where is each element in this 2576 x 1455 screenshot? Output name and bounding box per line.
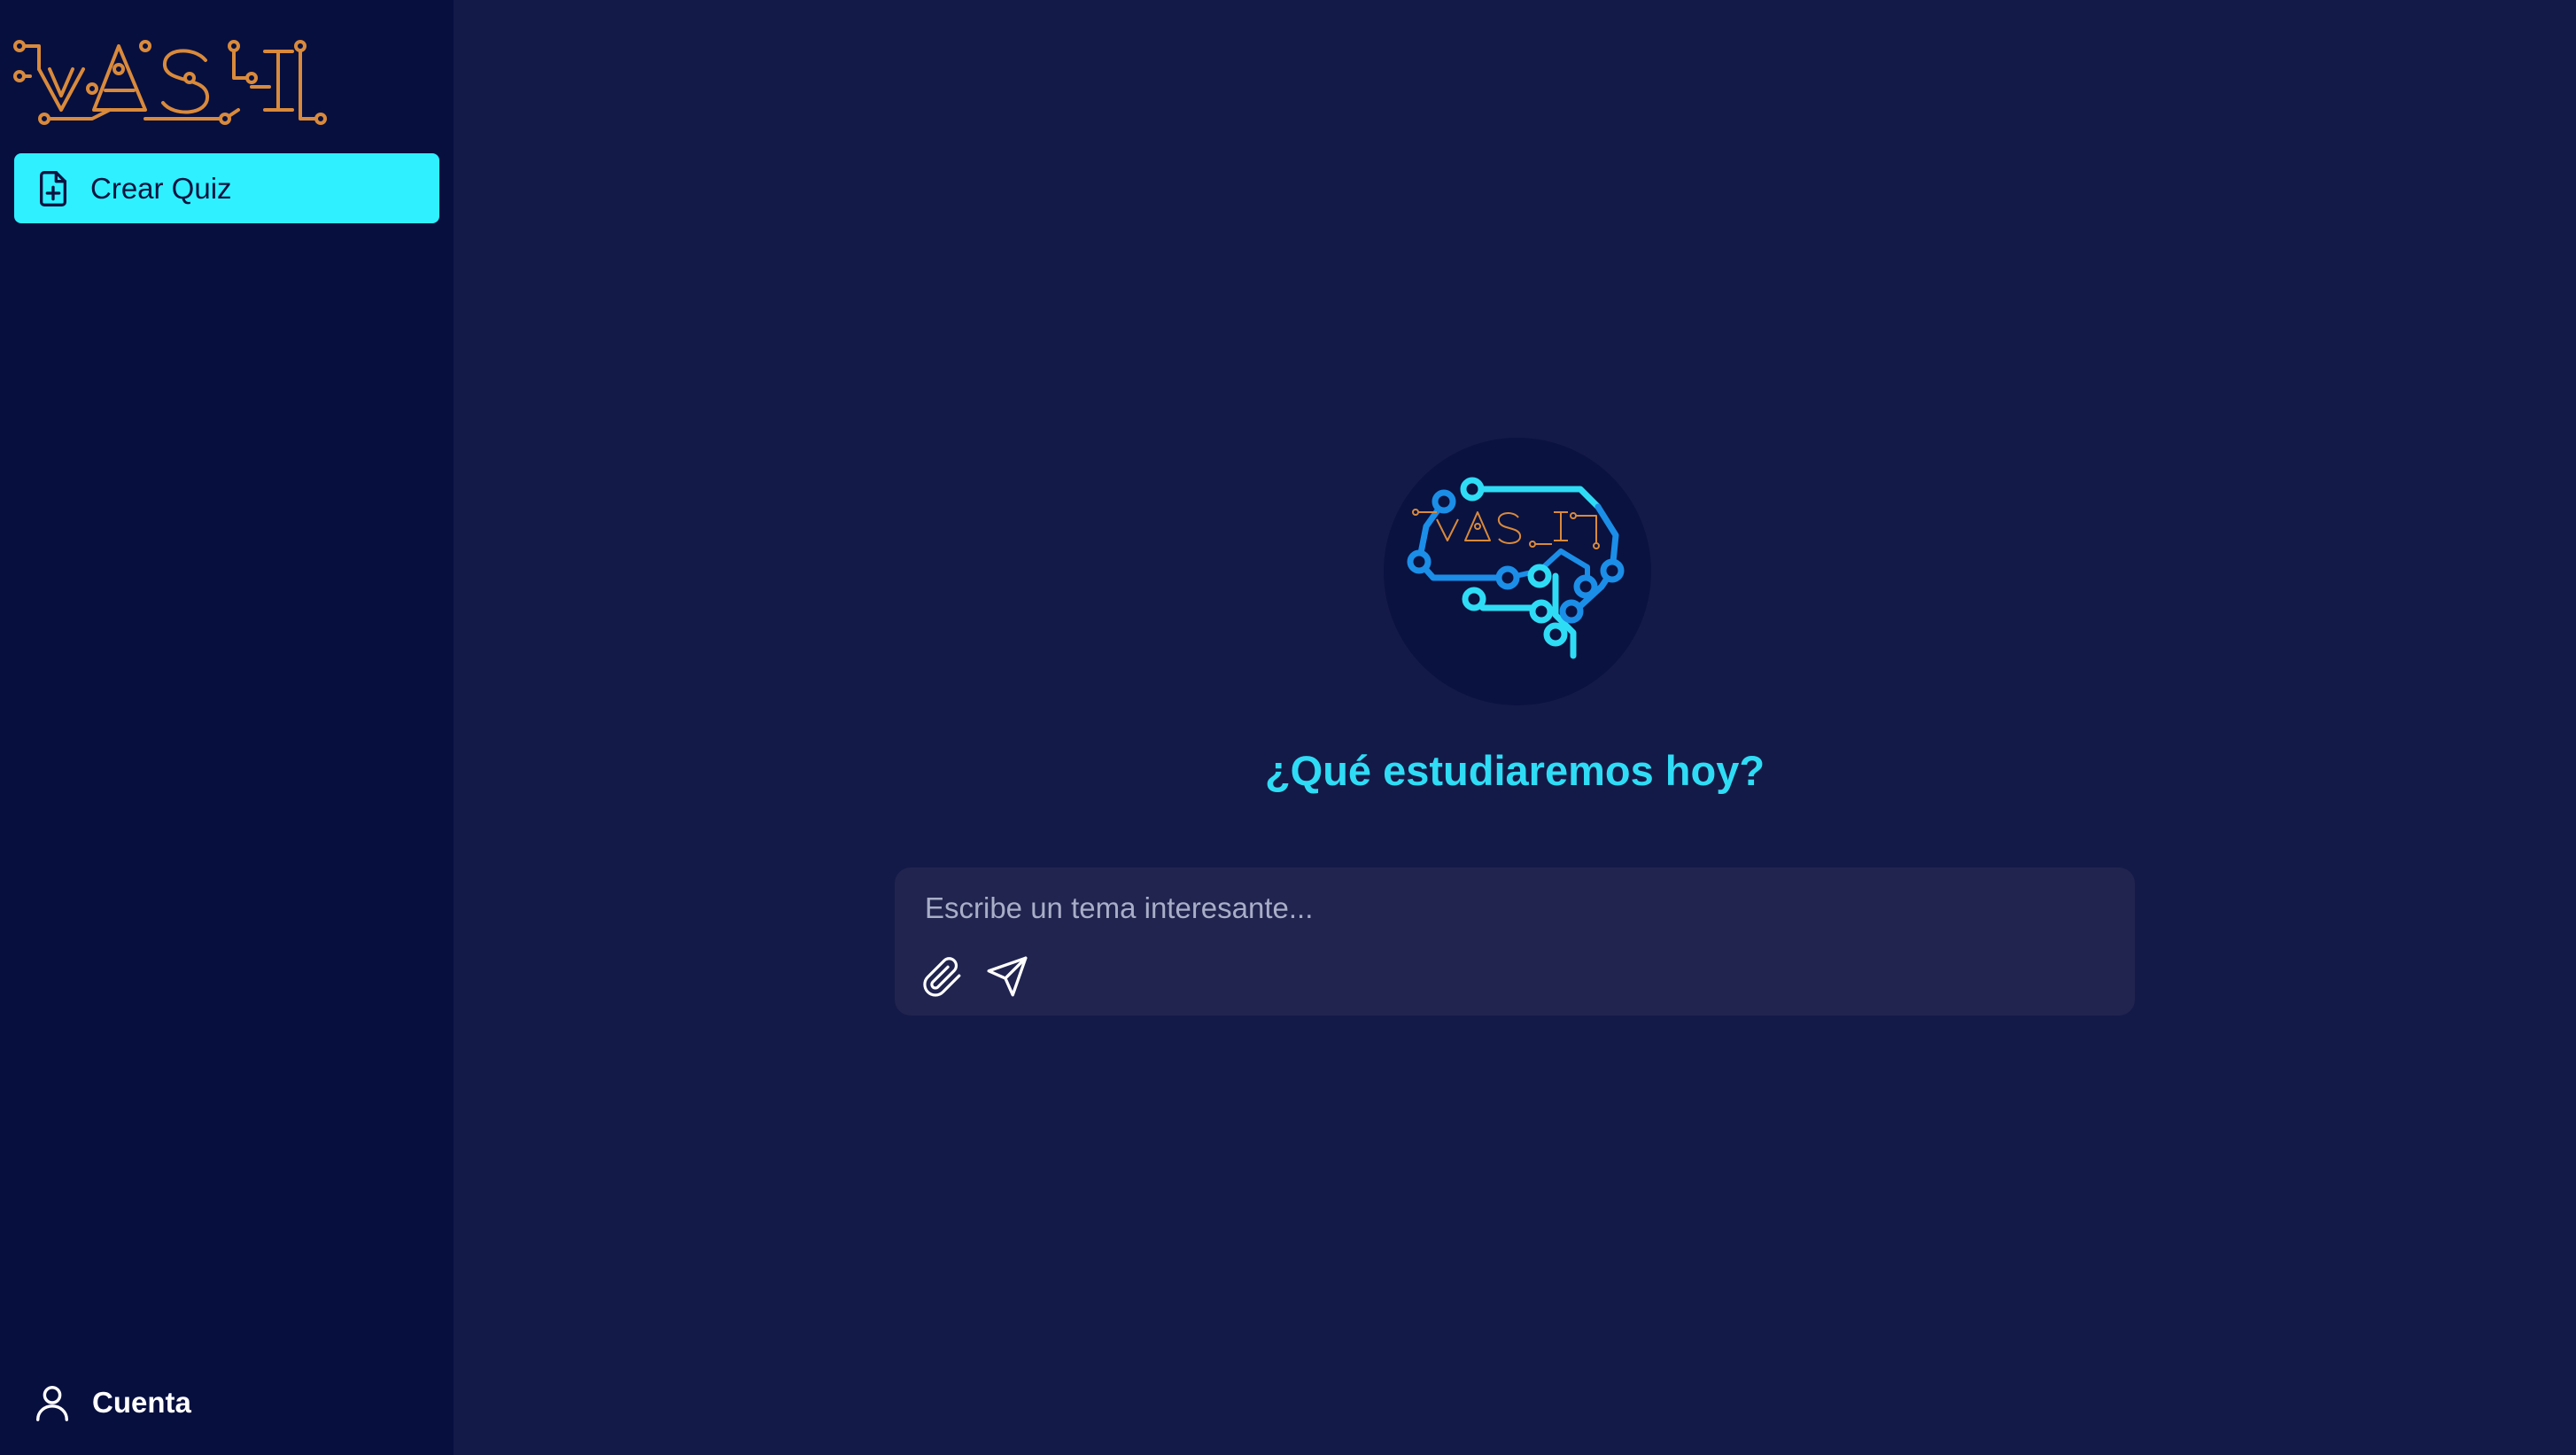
send-icon[interactable] xyxy=(985,954,1029,999)
user-icon xyxy=(35,1386,69,1421)
account-button[interactable]: Cuenta xyxy=(32,1382,191,1423)
brain-circuit-icon xyxy=(1407,477,1625,659)
account-label: Cuenta xyxy=(92,1386,191,1419)
topic-input[interactable] xyxy=(923,885,2105,931)
paperclip-icon[interactable] xyxy=(921,956,964,999)
page-headline: ¿Qué estudiaremos hoy? xyxy=(1264,747,1765,794)
crear-quiz-button[interactable]: Crear Quiz xyxy=(14,153,439,223)
app-window: Crear Quiz Cuenta ¿Qué estudiaremos hoy?… xyxy=(0,0,2576,1455)
brain-logo-badge xyxy=(1384,438,1651,705)
vasi-logo xyxy=(13,40,327,125)
file-plus-icon xyxy=(34,169,73,208)
sidebar: Crear Quiz Cuenta xyxy=(0,0,454,1455)
topic-composer xyxy=(895,868,2135,1015)
main-area: ¿Qué estudiaremos hoy? xyxy=(454,0,2576,1455)
crear-quiz-label: Crear Quiz xyxy=(90,171,232,205)
